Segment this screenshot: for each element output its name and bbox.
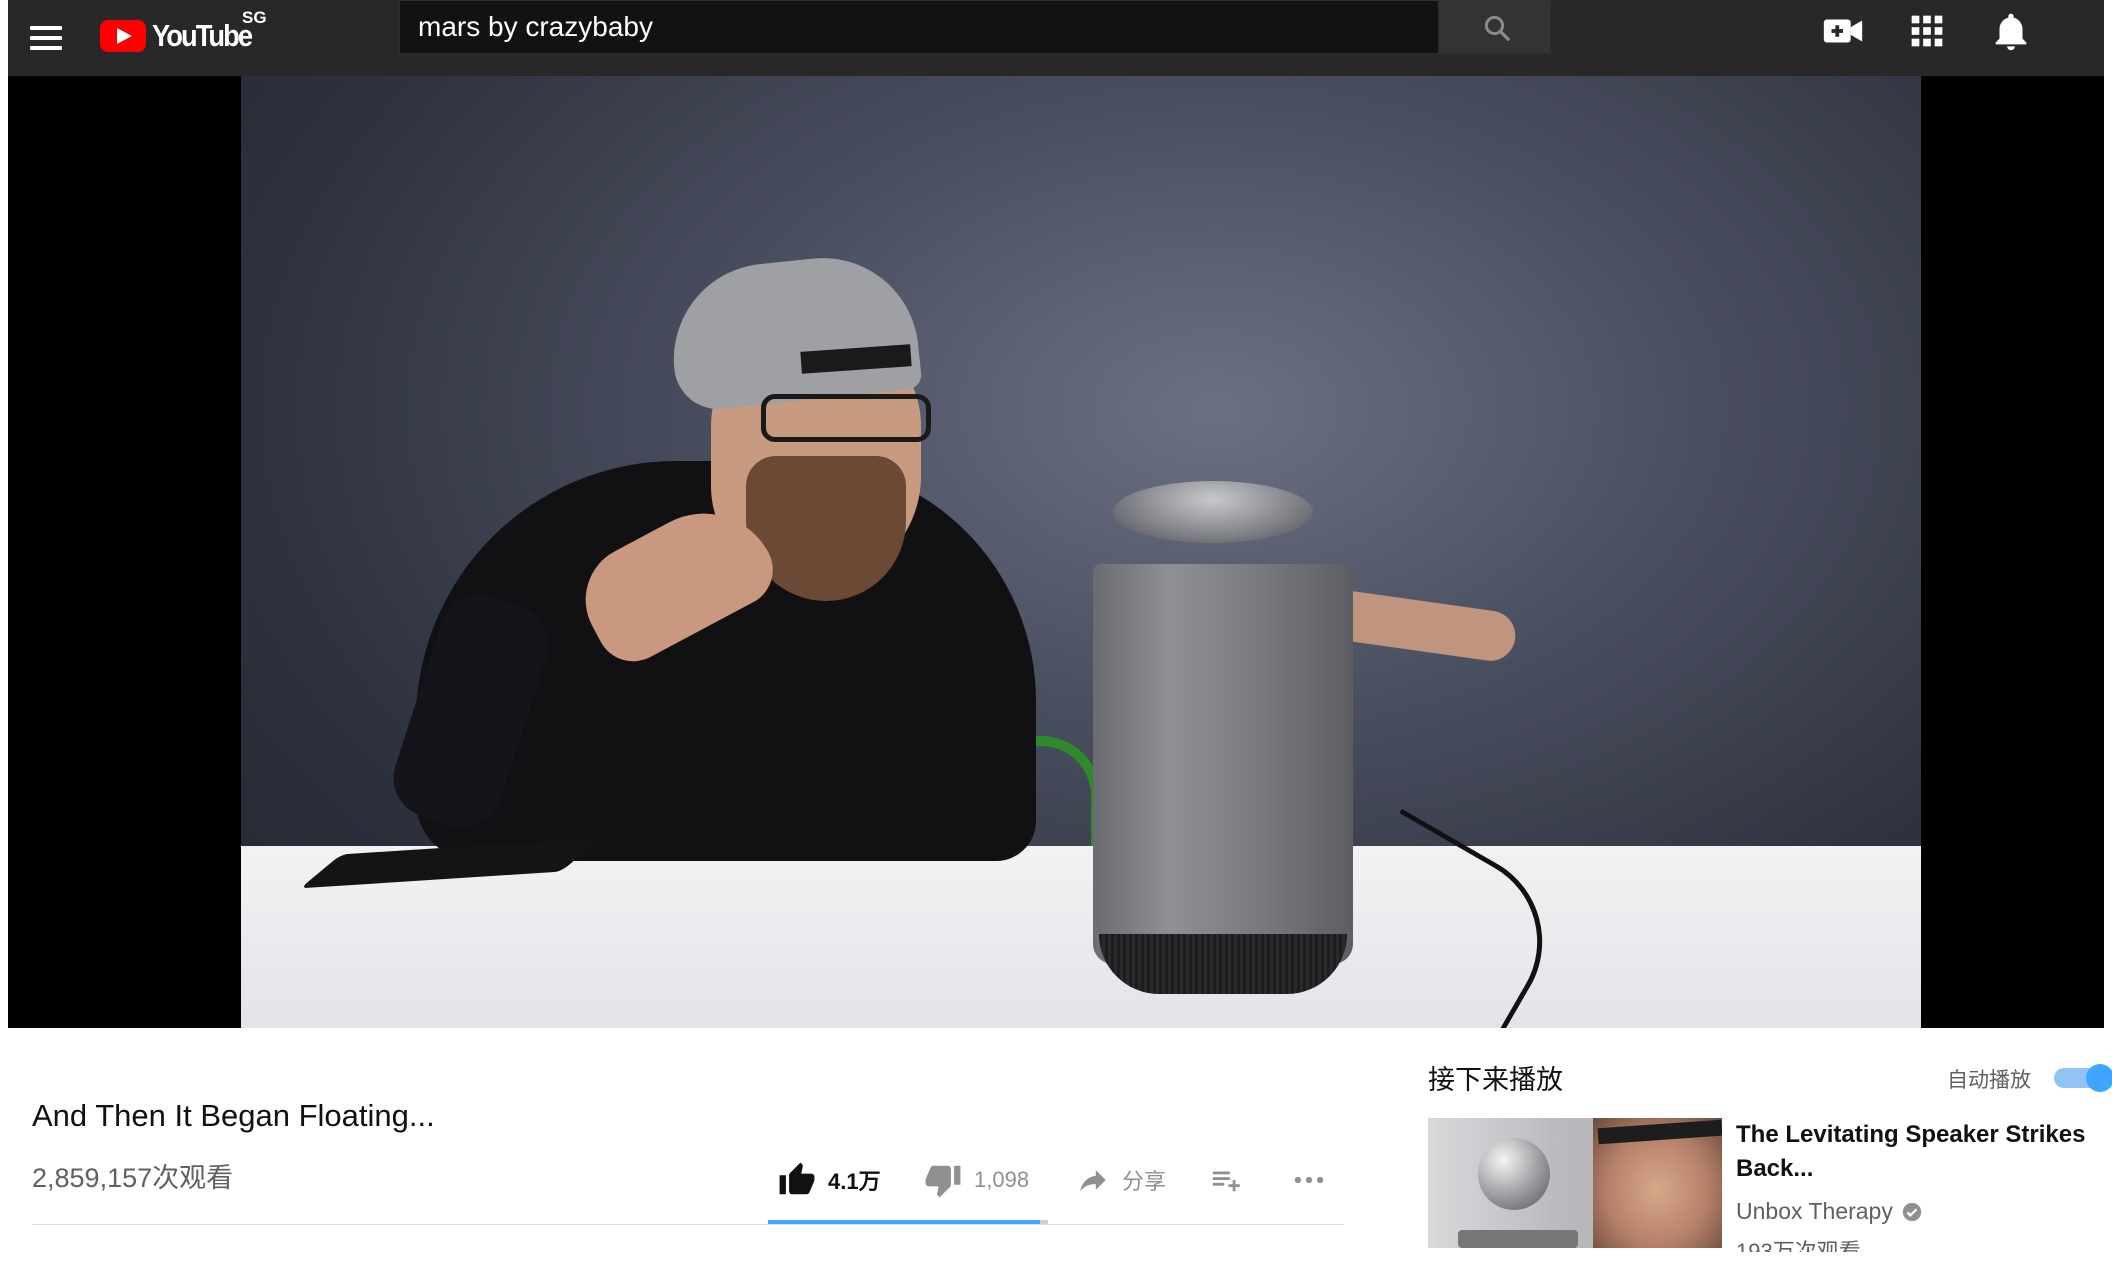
masthead: YouTube SG mars by crazybaby [8, 0, 2104, 76]
page-bottom-edge [0, 1252, 2112, 1266]
more-horizontal-icon [1294, 1176, 1324, 1184]
search-button[interactable] [1439, 0, 1551, 54]
thumbnail-speaker-orb [1478, 1138, 1550, 1210]
logo-text: YouTube [152, 18, 253, 53]
recommendation-thumbnail[interactable] [1428, 1118, 1722, 1248]
scene-floating-speaker-top [1113, 481, 1313, 543]
share-arrow-icon [1080, 1170, 1106, 1192]
grid-icon[interactable] [1904, 8, 1950, 54]
region-code: SG [242, 8, 267, 27]
divider [32, 1224, 1344, 1225]
youtube-logo[interactable]: YouTube SG [100, 8, 267, 62]
scene-glasses [761, 394, 931, 442]
autoplay-toggle-knob [2086, 1064, 2112, 1092]
scene-speaker-body [1093, 564, 1353, 964]
video-frame [241, 76, 1921, 1028]
dislike-count: 1,098 [974, 1167, 1030, 1192]
recommendation-channel[interactable]: Unbox Therapy [1736, 1198, 1923, 1225]
view-count: 2,859,157次观看 [32, 1163, 234, 1193]
autoplay-label: 自动播放 [1947, 1069, 2031, 1092]
thumbs-down-icon [925, 1165, 961, 1198]
dislike-button[interactable]: 1,098 [924, 1160, 1029, 1200]
video-title: And Then It Began Floating... [32, 1098, 435, 1133]
search-icon [1484, 15, 1510, 41]
share-label: 分享 [1122, 1169, 1167, 1194]
scene-speaker-base [1099, 934, 1347, 994]
video-camera-plus-icon[interactable] [1820, 8, 1866, 54]
bell-icon[interactable] [1988, 8, 2034, 54]
thumbnail-stand [1458, 1230, 1578, 1248]
hamburger-icon[interactable] [22, 13, 72, 63]
thumbs-up-icon [779, 1162, 815, 1195]
recommendation-channel-name: Unbox Therapy [1736, 1198, 1893, 1224]
up-next-heading: 接下来播放 [1428, 1065, 1563, 1095]
play-logo-icon [100, 20, 146, 52]
share-button[interactable]: 分享 [1076, 1160, 1166, 1200]
autoplay-toggle[interactable] [2054, 1064, 2112, 1092]
more-actions-button[interactable] [1290, 1160, 1328, 1200]
scene-person-cap [664, 248, 923, 414]
search-input[interactable]: mars by crazybaby [399, 0, 1439, 54]
playlist-add-icon [1212, 1171, 1240, 1192]
verified-check-icon [1902, 1202, 1922, 1221]
like-count: 4.1万 [828, 1169, 881, 1194]
recommendation-title[interactable]: The Levitating Speaker Strikes Back... [1736, 1118, 2086, 1186]
like-button[interactable]: 4.1万 [778, 1160, 881, 1200]
video-player[interactable] [8, 76, 2104, 1028]
save-to-playlist-button[interactable] [1210, 1160, 1244, 1200]
